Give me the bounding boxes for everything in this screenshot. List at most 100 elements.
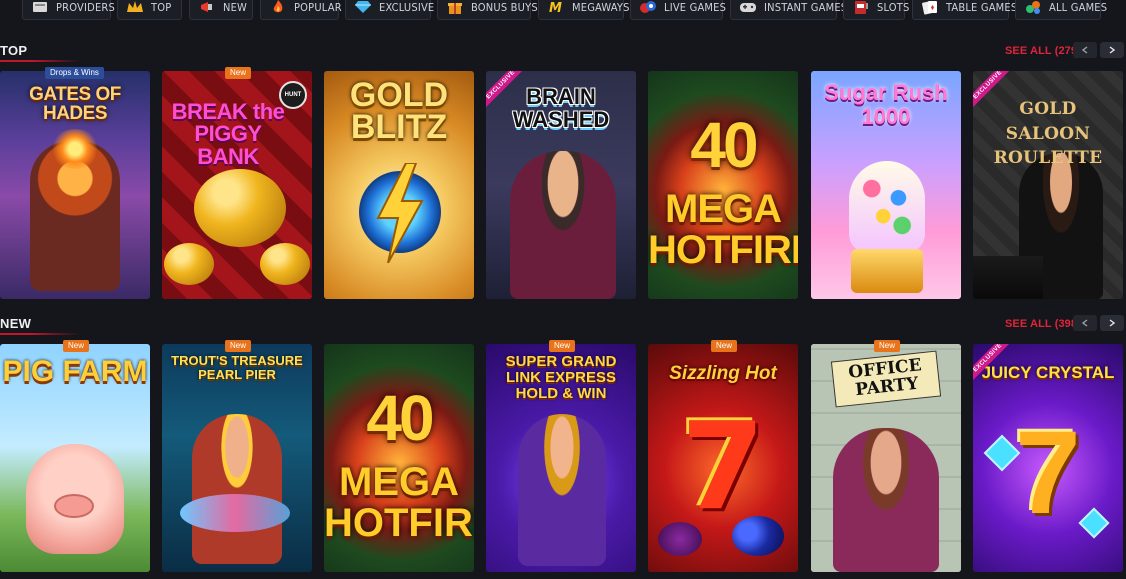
all-games-icon	[1024, 0, 1042, 16]
slot-machine-icon	[852, 0, 870, 16]
nav-megaways-button[interactable]: M MEGAWAYS	[538, 0, 629, 20]
nav-popular-button[interactable]: POPULAR	[260, 0, 342, 20]
chevron-left-icon	[1081, 319, 1088, 327]
game-title: TROUT'S TREASURE PEARL PIER	[171, 353, 303, 382]
gamepad-icon	[739, 0, 757, 16]
game-title: MEGA HOTFIRE	[648, 187, 798, 272]
game-title: Sugar Rush 1000	[824, 80, 948, 130]
game-tile-office-party[interactable]: OFFICE PARTY	[811, 344, 961, 572]
character-figure	[510, 151, 616, 299]
megaphone-icon	[198, 0, 216, 16]
game-title: GOLD SALOON ROULETTE	[993, 99, 1103, 169]
scroll-left-new-button[interactable]	[1073, 315, 1097, 331]
game-tile-super-grand[interactable]: SUPER GRAND LINK EXPRESS HOLD & WIN	[486, 344, 636, 572]
game-tile-gates-of-hades[interactable]: GATES OF HADES	[0, 71, 150, 299]
nav-slots-button[interactable]: SLOTS	[843, 0, 909, 20]
piggy-figure	[194, 169, 286, 247]
nav-label: TABLE GAMES	[946, 0, 1018, 14]
nav-label: BONUS BUYS	[471, 0, 538, 14]
fish-figure	[180, 494, 290, 532]
see-all-top-link[interactable]: SEE ALL (279)	[1005, 45, 1081, 57]
game-title: PIG FARM	[2, 355, 148, 388]
section-underline	[0, 60, 80, 62]
chevron-left-icon	[1081, 46, 1088, 54]
nav-top-button[interactable]: TOP	[117, 0, 182, 20]
game-title-number: 40	[690, 109, 758, 181]
chips-icon	[639, 0, 657, 16]
new-badge: New	[874, 340, 901, 352]
scroll-right-top-button[interactable]	[1100, 42, 1124, 58]
gumball-machine	[849, 161, 925, 253]
see-all-new-link[interactable]: SEE ALL (398)	[1005, 318, 1081, 330]
game-tile-trouts-treasure[interactable]: TROUT'S TREASURE PEARL PIER	[162, 344, 312, 572]
scroll-right-new-button[interactable]	[1100, 315, 1124, 331]
crown-icon	[126, 0, 144, 16]
nav-live-games-button[interactable]: LIVE GAMES	[630, 0, 727, 20]
game-tile-sizzling-hot[interactable]: 7 Sizzling Hot	[648, 344, 798, 572]
nav-label: NEW	[223, 0, 248, 14]
nav-label: SLOTS	[877, 0, 910, 14]
game-title: GATES OF HADES	[29, 84, 121, 125]
nav-label: LIVE GAMES	[664, 0, 727, 14]
megaways-icon: M	[547, 0, 565, 16]
seven-symbol: 7	[681, 398, 765, 537]
game-title: SUPER GRAND LINK EXPRESS HOLD & WIN	[505, 353, 617, 402]
nav-label: POPULAR	[294, 0, 342, 14]
chevron-right-icon	[1109, 46, 1116, 54]
game-tile-gold-saloon-roulette[interactable]: GOLD SALOON ROULETTE EXCLUSIVE	[973, 71, 1123, 299]
game-tile-break-the-piggy-bank[interactable]: BREAK the PIGGY BANK HUNT	[162, 71, 312, 299]
game-title: BRAIN WASHED	[512, 84, 610, 133]
game-title: MEGA HOTFIRE	[324, 460, 474, 545]
game-tile-40-mega-hotfire[interactable]: 40 MEGA HOTFIRE	[648, 71, 798, 299]
drops-wins-badge: Drops & Wins	[45, 67, 104, 79]
cards-icon	[921, 0, 939, 16]
game-tile-sugar-rush-1000[interactable]: Sugar Rush 1000	[811, 71, 961, 299]
lightning-bolt-icon	[376, 163, 424, 263]
category-nav: PROVIDERS TOP NEW POPULAR EXCLUSIVE BONU…	[0, 0, 1126, 22]
nav-label: PROVIDERS	[56, 0, 115, 14]
game-tile-brain-washed[interactable]: BRAIN WASHED EXCLUSIVE	[486, 71, 636, 299]
nav-label: MEGAWAYS	[572, 0, 630, 14]
nav-table-games-button[interactable]: TABLE GAMES	[912, 0, 1017, 20]
plum-figure	[658, 522, 702, 556]
section-title-new: NEW	[0, 316, 32, 331]
nav-exclusive-button[interactable]: EXCLUSIVE	[345, 0, 435, 20]
new-badge: New	[225, 340, 252, 352]
nav-label: INSTANT GAMES	[764, 0, 848, 14]
grapes-figure	[732, 516, 784, 556]
chevron-right-icon	[1109, 319, 1116, 327]
section-underline	[0, 333, 80, 335]
providers-icon	[31, 0, 49, 16]
new-badge: New	[711, 340, 738, 352]
section-title-top: TOP	[0, 43, 28, 58]
nav-label: TOP	[151, 0, 172, 14]
game-title-number: 40	[366, 382, 434, 454]
diamond-icon	[354, 0, 372, 16]
game-title: Sizzling Hot	[669, 363, 777, 384]
svg-text:M: M	[549, 1, 562, 14]
nav-label: EXCLUSIVE	[379, 0, 435, 14]
new-badge: New	[225, 67, 252, 79]
fisherman-figure	[192, 414, 282, 564]
nav-all-games-button[interactable]: ALL GAMES	[1015, 0, 1107, 20]
new-badge: New	[63, 340, 90, 352]
new-badge: New	[549, 340, 576, 352]
gift-icon	[446, 0, 464, 16]
party-character-figure	[833, 428, 939, 572]
game-tile-pig-farm[interactable]: PIG FARM	[0, 344, 150, 572]
game-title: JUICY CRYSTAL	[981, 363, 1115, 382]
bonus-hunt-logo: HUNT	[279, 81, 307, 109]
game-tile-gold-blitz[interactable]: GOLD BLITZ	[324, 71, 474, 299]
game-tile-40-mega-hotfire[interactable]: 40 MEGA HOTFIRE	[324, 344, 474, 572]
nav-label: ALL GAMES	[1049, 0, 1108, 14]
game-tile-juicy-crystal[interactable]: 7 JUICY CRYSTAL EXCLUSIVE	[973, 344, 1123, 572]
nav-providers-button[interactable]: PROVIDERS	[22, 0, 115, 20]
game-title: BREAK the PIGGY BANK	[171, 99, 285, 169]
fire-icon	[269, 0, 287, 16]
nav-new-button[interactable]: NEW	[189, 0, 253, 20]
game-title: GOLD BLITZ	[349, 76, 449, 147]
scroll-left-top-button[interactable]	[1073, 42, 1097, 58]
conductor-figure	[518, 414, 606, 566]
nav-instant-games-button[interactable]: INSTANT GAMES	[730, 0, 847, 20]
nav-bonus-buys-button[interactable]: BONUS BUYS	[437, 0, 538, 20]
